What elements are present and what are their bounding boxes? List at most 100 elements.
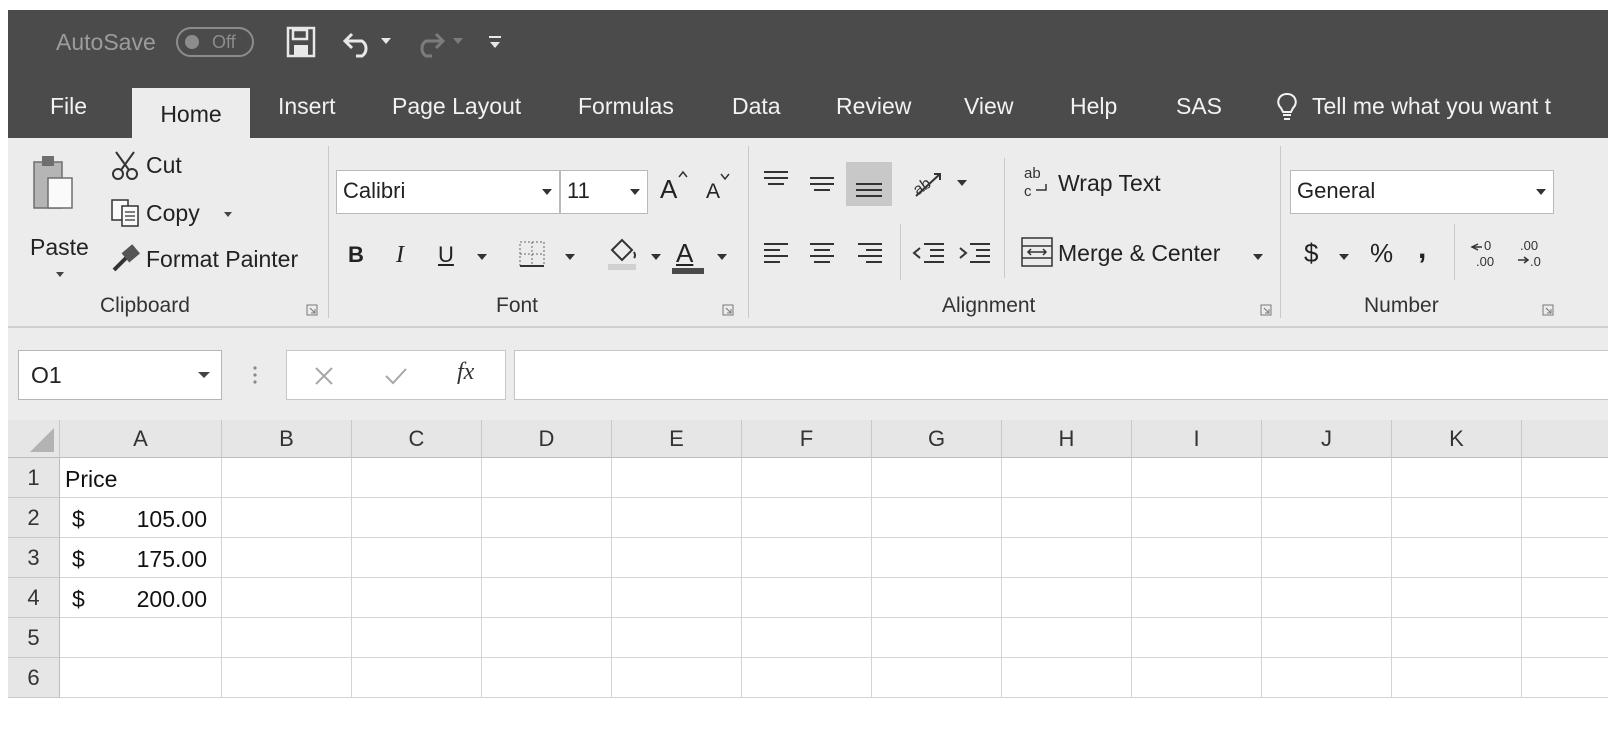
cell-e2[interactable] (612, 498, 742, 538)
cell-l3[interactable] (1522, 538, 1608, 578)
name-box[interactable]: O1 (18, 350, 222, 400)
cell-c5[interactable] (352, 618, 482, 658)
cell-d5[interactable] (482, 618, 612, 658)
cell-l6[interactable] (1522, 658, 1608, 698)
cell-g6[interactable] (872, 658, 1002, 698)
orientation-icon[interactable]: ab (910, 166, 952, 200)
save-icon[interactable] (286, 26, 316, 58)
cell-h1[interactable] (1002, 458, 1132, 498)
cell-c3[interactable] (352, 538, 482, 578)
paste-label[interactable]: Paste (30, 234, 89, 261)
cell-b5[interactable] (222, 618, 352, 658)
format-painter-icon[interactable] (110, 244, 142, 274)
cell-e6[interactable] (612, 658, 742, 698)
paste-dropdown-icon[interactable] (54, 270, 66, 280)
cell-k2[interactable] (1392, 498, 1522, 538)
increase-indent-icon[interactable] (956, 238, 992, 268)
merge-center-dropdown-icon[interactable] (1252, 252, 1264, 262)
row-header-1[interactable]: 1 (8, 458, 60, 498)
tab-help[interactable]: Help (1070, 74, 1117, 138)
enter-check-icon[interactable] (383, 365, 409, 387)
tab-data[interactable]: Data (732, 74, 781, 138)
cell-l2[interactable] (1522, 498, 1608, 538)
decrease-indent-icon[interactable] (910, 238, 946, 268)
cancel-icon[interactable] (313, 365, 335, 387)
font-launcher-icon[interactable] (722, 304, 734, 316)
cell-h2[interactable] (1002, 498, 1132, 538)
cell-j6[interactable] (1262, 658, 1392, 698)
cell-b6[interactable] (222, 658, 352, 698)
align-top-icon[interactable] (760, 168, 792, 196)
cell-a4[interactable]: $200.00 (60, 578, 222, 618)
cell-f5[interactable] (742, 618, 872, 658)
cell-i2[interactable] (1132, 498, 1262, 538)
wrap-text-button[interactable]: Wrap Text (1058, 170, 1161, 197)
tab-formulas[interactable]: Formulas (578, 74, 674, 138)
fill-color-icon[interactable] (604, 234, 640, 272)
cell-a2[interactable]: $105.00 (60, 498, 222, 538)
cell-f4[interactable] (742, 578, 872, 618)
insert-function-icon[interactable]: fx (457, 359, 474, 386)
clipboard-launcher-icon[interactable] (306, 304, 318, 316)
cell-k5[interactable] (1392, 618, 1522, 658)
column-header-g[interactable]: G (872, 420, 1002, 458)
cell-l4[interactable] (1522, 578, 1608, 618)
increase-decimal-icon[interactable]: 0 .00 (1468, 234, 1504, 270)
grow-font-button[interactable]: A (660, 174, 677, 205)
row-header-4[interactable]: 4 (8, 578, 60, 618)
currency-format-button[interactable]: $ (1304, 238, 1318, 269)
cell-d1[interactable] (482, 458, 612, 498)
cell-h6[interactable] (1002, 658, 1132, 698)
cell-d6[interactable] (482, 658, 612, 698)
cell-j1[interactable] (1262, 458, 1392, 498)
tab-home[interactable]: Home (132, 88, 250, 138)
bold-button[interactable]: B (348, 242, 364, 268)
number-format-dropdown[interactable]: General (1290, 170, 1554, 214)
column-header-b[interactable]: B (222, 420, 352, 458)
align-left-icon[interactable] (760, 238, 792, 268)
cell-b2[interactable] (222, 498, 352, 538)
column-header-a[interactable]: A (60, 420, 222, 458)
tab-page-layout[interactable]: Page Layout (392, 74, 521, 138)
paste-icon[interactable] (32, 154, 76, 214)
cell-j5[interactable] (1262, 618, 1392, 658)
cell-l5[interactable] (1522, 618, 1608, 658)
cell-j3[interactable] (1262, 538, 1392, 578)
cell-a6[interactable] (60, 658, 222, 698)
format-painter-button[interactable]: Format Painter (146, 246, 298, 273)
column-header-e[interactable]: E (612, 420, 742, 458)
cell-i6[interactable] (1132, 658, 1262, 698)
font-size-dropdown[interactable]: 11 (560, 170, 648, 214)
tab-file[interactable]: File (50, 74, 87, 138)
number-launcher-icon[interactable] (1542, 304, 1554, 316)
font-color-button[interactable]: A (676, 238, 693, 269)
row-header-5[interactable]: 5 (8, 618, 60, 658)
cell-f2[interactable] (742, 498, 872, 538)
cell-g2[interactable] (872, 498, 1002, 538)
cell-d2[interactable] (482, 498, 612, 538)
tab-sas[interactable]: SAS (1176, 74, 1222, 138)
column-header-h[interactable]: H (1002, 420, 1132, 458)
redo-icon[interactable] (412, 26, 446, 58)
column-header-c[interactable]: C (352, 420, 482, 458)
cell-c6[interactable] (352, 658, 482, 698)
cell-a3[interactable]: $175.00 (60, 538, 222, 578)
underline-dropdown-icon[interactable] (476, 252, 488, 262)
cell-b3[interactable] (222, 538, 352, 578)
currency-dropdown-icon[interactable] (1338, 252, 1350, 262)
borders-icon[interactable] (516, 238, 548, 270)
decrease-decimal-icon[interactable]: .00 .0 (1514, 234, 1550, 270)
cell-c4[interactable] (352, 578, 482, 618)
alignment-launcher-icon[interactable] (1260, 304, 1272, 316)
cell-b4[interactable] (222, 578, 352, 618)
scissors-icon[interactable] (110, 150, 140, 182)
column-header-j[interactable]: J (1262, 420, 1392, 458)
customize-qat-icon[interactable] (488, 34, 502, 66)
cell-e4[interactable] (612, 578, 742, 618)
font-color-dropdown-icon[interactable] (716, 252, 728, 262)
cell-l1[interactable] (1522, 458, 1608, 498)
align-center-icon[interactable] (806, 238, 838, 268)
drag-handle-icon[interactable] (252, 364, 258, 386)
cell-g4[interactable] (872, 578, 1002, 618)
cell-f1[interactable] (742, 458, 872, 498)
